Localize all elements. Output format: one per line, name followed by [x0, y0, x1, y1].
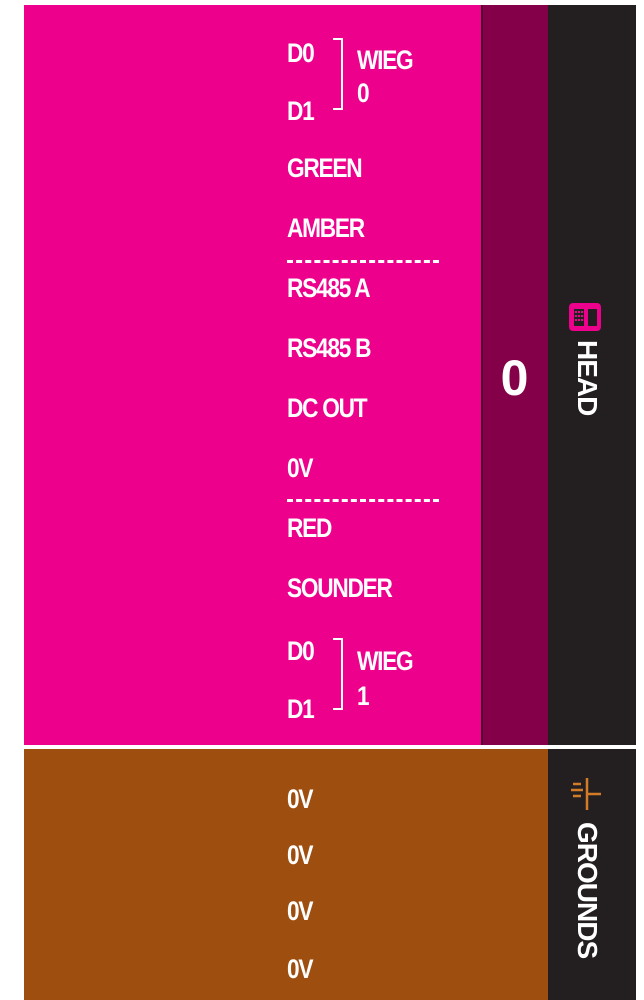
terminal-label-0v: 0V	[287, 453, 313, 483]
wiegand-0-label: WIEG	[357, 45, 414, 75]
terminal-label-amber: AMBER	[287, 213, 365, 243]
ground-label-0v: 0V	[287, 784, 313, 814]
ground-label-0v: 0V	[287, 954, 313, 984]
group-separator	[287, 260, 439, 263]
port-number: 0	[500, 350, 529, 406]
wiegand-0-number: 0	[357, 78, 370, 108]
terminal-label-rs485-b: RS485 B	[287, 333, 371, 363]
reader-icon	[569, 303, 601, 331]
terminal-label-red: RED	[287, 513, 332, 543]
wiegand-0-bracket	[333, 38, 343, 110]
ground-label-0v: 0V	[287, 840, 313, 870]
wiegand-1-label: WIEG	[357, 646, 414, 676]
ground-icon	[571, 778, 601, 810]
wiegand-1-number: 1	[357, 681, 370, 711]
grounds-side-label: GROUNDS	[572, 822, 603, 959]
grounds-terminal-panel	[24, 749, 548, 1000]
terminal-label-d0: D0	[287, 636, 315, 666]
terminal-label-d0: D0	[287, 38, 315, 68]
terminal-label-dc-out: DC OUT	[287, 393, 368, 423]
head-terminal-panel	[24, 5, 481, 745]
terminal-label-green: GREEN	[287, 153, 363, 183]
head-side-label: HEAD	[572, 340, 603, 416]
terminal-label-d1: D1	[287, 694, 315, 724]
wiegand-1-bracket	[333, 638, 343, 710]
group-separator	[287, 499, 439, 502]
ground-label-0v: 0V	[287, 896, 313, 926]
terminal-label-sounder: SOUNDER	[287, 573, 393, 603]
terminal-label-d1: D1	[287, 96, 315, 126]
terminal-label-rs485-a: RS485 A	[287, 273, 371, 303]
